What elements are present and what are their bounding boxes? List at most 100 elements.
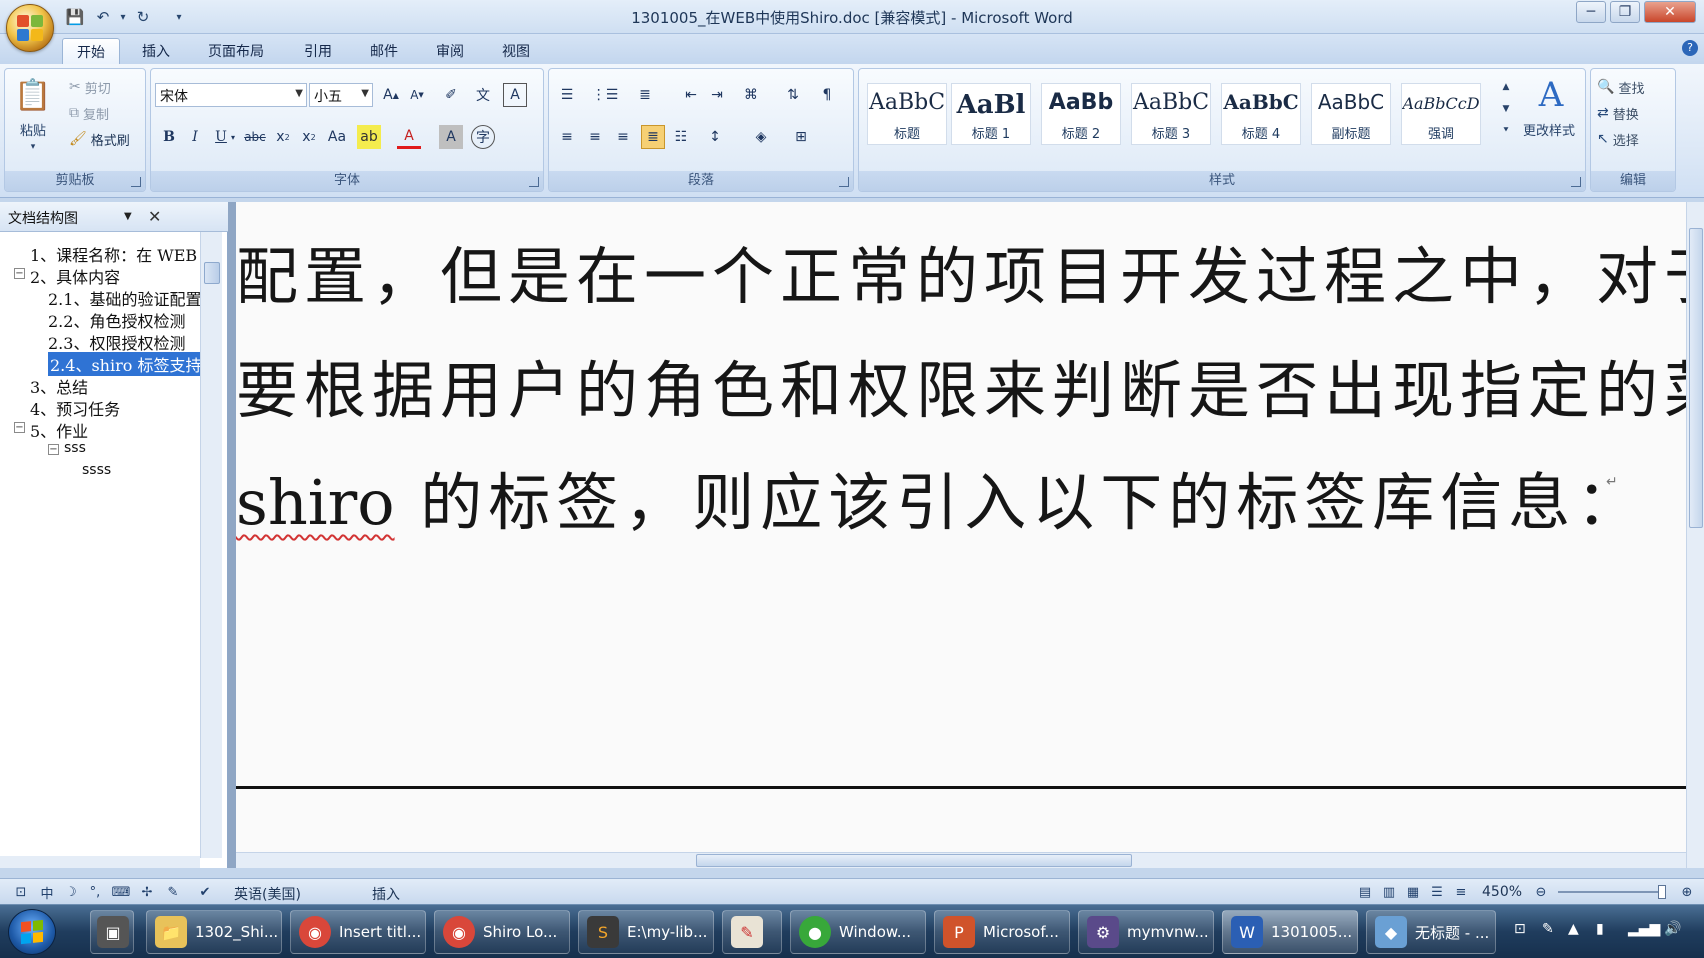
subscript-icon[interactable]: x2 — [271, 125, 295, 149]
tab-insert[interactable]: 插入 — [128, 38, 184, 64]
styles-scroll-up-icon[interactable]: ▲ — [1499, 77, 1513, 97]
taskbar-item[interactable]: ◉ Shiro Lo... — [434, 910, 570, 954]
language-status[interactable]: 英语(美国) — [234, 884, 301, 904]
nav-item[interactable]: 3、总结 — [30, 374, 88, 398]
borders-icon[interactable]: ⊞ — [789, 125, 813, 149]
style-heading-1[interactable]: AaBl 标题 1 — [951, 83, 1031, 145]
find-button[interactable]: 🔍 查找 — [1597, 75, 1644, 99]
font-launcher-icon[interactable] — [529, 177, 539, 187]
character-shading-icon[interactable]: A — [439, 125, 463, 149]
increase-indent-icon[interactable]: ⇥ — [705, 83, 729, 107]
copy-button[interactable]: ⧉ 复制 — [69, 101, 109, 125]
nav-pane-scrollbar[interactable] — [200, 232, 222, 858]
ime-chinese-icon[interactable]: 中 — [38, 883, 56, 902]
start-button[interactable] — [8, 909, 56, 955]
nav-item[interactable]: 2、具体内容 — [30, 264, 120, 288]
taskbar-item[interactable]: ◉ Insert titl... — [290, 910, 426, 954]
office-button[interactable] — [6, 4, 54, 52]
taskbar-item[interactable]: ✎ — [722, 910, 782, 954]
clipboard-launcher-icon[interactable] — [131, 177, 141, 187]
document-horizontal-scrollbar[interactable] — [236, 852, 1686, 868]
nav-scroll-thumb[interactable] — [204, 262, 220, 284]
tab-references[interactable]: 引用 — [290, 38, 346, 64]
tab-home[interactable]: 开始 — [62, 38, 120, 64]
shading-icon[interactable]: ◈ — [749, 125, 773, 149]
show-formatting-marks-icon[interactable]: ¶ — [815, 83, 839, 107]
style-emphasis[interactable]: AaBbCcD 强调 — [1401, 83, 1481, 145]
style-heading-2[interactable]: AaBb 标题 2 — [1041, 83, 1121, 145]
styles-scroll-down-icon[interactable]: ▼ — [1499, 99, 1513, 119]
document-scroll-thumb[interactable] — [1689, 228, 1703, 528]
style-heading-3[interactable]: AaBbC 标题 3 — [1131, 83, 1211, 145]
paste-button[interactable]: 粘贴 — [11, 119, 55, 139]
document-page[interactable]: 配置，但是在一个正常的项目开发过程之中，对于 要根据用户的角色和权限来判断是否出… — [236, 202, 1686, 852]
nav-item[interactable]: 1、课程名称：在 WEB — [30, 242, 197, 266]
chevron-down-icon[interactable]: ▼ — [295, 88, 303, 99]
ime-settings-icon[interactable]: ✎ — [164, 883, 182, 901]
phonetic-guide-icon[interactable]: 文 — [471, 83, 495, 107]
taskbar-item[interactable]: S E:\my-lib... — [578, 910, 714, 954]
style-heading-4[interactable]: AaBbC 标题 4 — [1221, 83, 1301, 145]
help-icon[interactable]: ? — [1682, 40, 1698, 56]
tab-view[interactable]: 视图 — [488, 38, 544, 64]
tab-review[interactable]: 审阅 — [422, 38, 478, 64]
tray-network-icon[interactable]: ▮ — [1596, 921, 1604, 937]
ime-moon-icon[interactable]: ☽ — [62, 883, 80, 901]
cut-button[interactable]: ✂ 剪切 — [69, 75, 111, 99]
minimize-button[interactable]: ─ — [1576, 1, 1606, 23]
select-button[interactable]: ↖ 选择 — [1597, 127, 1639, 151]
tab-mailings[interactable]: 邮件 — [356, 38, 412, 64]
nav-item[interactable]: ssss — [82, 462, 111, 478]
nav-item[interactable]: 4、预习任务 — [30, 396, 120, 420]
align-right-icon[interactable]: ≡ — [611, 125, 635, 149]
collapse-icon[interactable]: − — [14, 268, 25, 279]
taskbar-item[interactable]: P Microsof... — [934, 910, 1070, 954]
font-color-icon[interactable]: A — [397, 125, 421, 149]
collapse-icon[interactable]: − — [48, 444, 59, 455]
nav-item[interactable]: 5、作业 — [30, 418, 88, 442]
chinese-layout-icon[interactable]: ⌘ — [739, 83, 763, 107]
zoom-in-icon[interactable]: ⊕ — [1678, 883, 1696, 901]
web-layout-icon[interactable]: ▦ — [1404, 883, 1422, 901]
styles-launcher-icon[interactable] — [1571, 177, 1581, 187]
change-styles-icon[interactable]: A — [1523, 75, 1579, 115]
distributed-icon[interactable]: ☷ — [669, 125, 693, 149]
zoom-slider[interactable] — [1558, 891, 1658, 893]
tray-signal-icon[interactable]: ▂▄▆ — [1628, 921, 1660, 937]
numbering-icon[interactable]: ⋮☰ — [592, 83, 619, 107]
line-spacing-icon[interactable]: ↕ — [703, 125, 727, 149]
document-vertical-scrollbar[interactable] — [1686, 202, 1704, 868]
taskbar-item-active[interactable]: W 1301005... — [1222, 910, 1358, 954]
taskbar-item[interactable]: ⚙ mymvnw... — [1078, 910, 1214, 954]
restore-button[interactable]: ❐ — [1610, 1, 1640, 23]
outline-view-icon[interactable]: ☰ — [1428, 883, 1446, 901]
tray-pen-icon[interactable]: ✎ — [1542, 921, 1554, 937]
format-painter-button[interactable]: 🖌 格式刷 — [69, 127, 130, 151]
strikethrough-icon[interactable]: abc — [243, 125, 267, 149]
ime-keyboard-icon[interactable]: ⌨ — [112, 883, 131, 901]
document-text-line[interactable]: shiro 的标签，则应该引入以下的标签库信息： — [236, 452, 1644, 542]
nav-pane-hscrollbar[interactable] — [0, 856, 200, 868]
bold-icon[interactable]: B — [157, 125, 181, 149]
taskbar-item[interactable]: ◆ 无标题 - ... — [1366, 910, 1496, 954]
nav-view-select[interactable]: 文档结构图 — [4, 206, 140, 228]
style-subtitle[interactable]: AaBbC 副标题 — [1311, 83, 1391, 145]
collapse-icon[interactable]: − — [14, 422, 25, 433]
grow-font-icon[interactable]: A ▲ — [379, 83, 403, 107]
nav-item[interactable]: 2.3、权限授权检测 — [48, 330, 185, 354]
nav-item-selected[interactable]: 2.4、shiro 标签支持 — [48, 352, 204, 376]
zoom-slider-thumb[interactable] — [1658, 885, 1666, 899]
zoom-level[interactable]: 450% — [1482, 884, 1522, 900]
multilevel-list-icon[interactable]: ≣ — [633, 83, 657, 107]
paste-dropdown-icon[interactable]: ▾ — [11, 141, 55, 153]
document-hscroll-thumb[interactable] — [696, 854, 1132, 867]
tray-volume-icon[interactable]: 🔊 — [1664, 921, 1681, 937]
close-button[interactable]: ✕ — [1644, 1, 1696, 23]
sort-icon[interactable]: ⇅ — [781, 83, 805, 107]
style-title[interactable]: AaBbC 标题 — [867, 83, 947, 145]
nav-item[interactable]: sss — [64, 440, 86, 456]
shrink-font-icon[interactable]: A ▼ — [405, 83, 429, 107]
italic-icon[interactable]: I — [183, 125, 207, 149]
tray-show-hidden-icon[interactable]: ▲ — [1568, 921, 1579, 937]
ime-punct-icon[interactable]: °, — [86, 883, 104, 901]
